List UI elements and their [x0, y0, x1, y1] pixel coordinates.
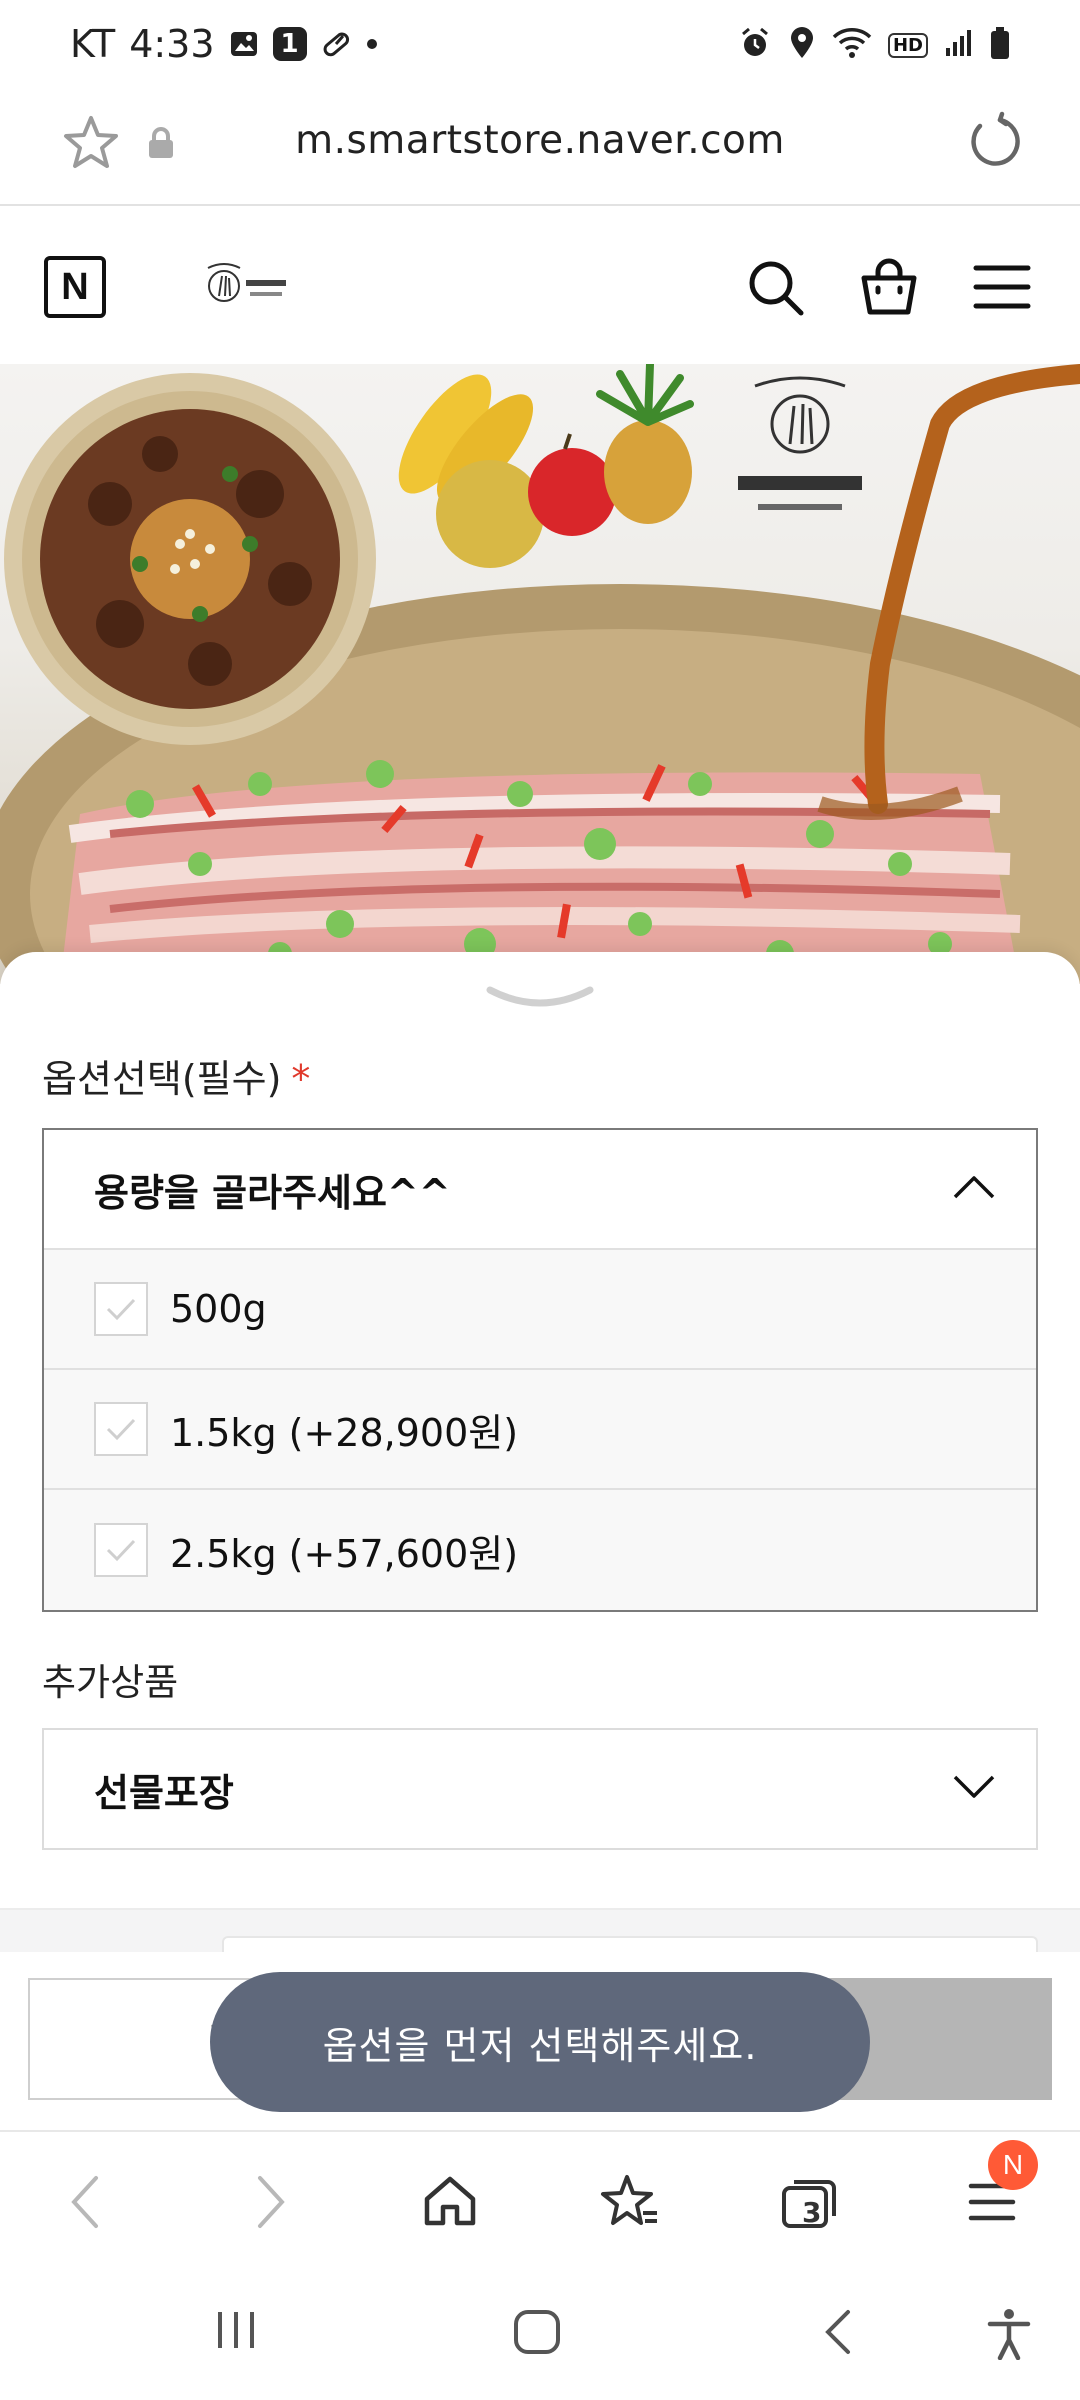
option-checkbox[interactable]	[94, 1523, 148, 1577]
accessibility-icon[interactable]	[984, 2308, 1034, 2364]
store-brand-logo[interactable]	[200, 258, 296, 314]
required-asterisk: *	[291, 1057, 311, 1101]
option-label: 500g	[170, 1287, 267, 1331]
product-hero-image	[0, 364, 1080, 984]
pill-icon	[321, 29, 351, 59]
system-navigation-bar	[0, 2264, 1080, 2400]
menu-icon[interactable]	[972, 264, 1032, 314]
bookmarks-button[interactable]	[590, 2162, 670, 2242]
bookmark-list-icon	[601, 2175, 657, 2225]
wifi-icon	[832, 27, 872, 63]
chevron-down-icon	[952, 1774, 996, 1804]
option-label: 2.5kg (+57,600원)	[170, 1531, 519, 1576]
home-circle-icon[interactable]	[512, 2308, 562, 2360]
hero-illustration	[0, 364, 1080, 984]
notification-count-badge: 1	[272, 27, 307, 61]
store-header: N	[0, 208, 1080, 364]
browser-url-bar: m.smartstore.naver.com	[0, 90, 1080, 206]
browser-toolbar: 3 N	[0, 2130, 1080, 2264]
dropdown-header[interactable]: 용량을 골라주세요^^	[44, 1130, 1036, 1250]
back-arrow-icon	[71, 2176, 98, 2228]
dot-icon	[365, 37, 379, 51]
signal-icon	[944, 28, 974, 62]
chevron-up-icon	[952, 1174, 996, 1204]
option-checkbox[interactable]	[94, 1402, 148, 1456]
addon-section-title: 추가상품	[42, 1661, 179, 1704]
search-icon[interactable]	[746, 258, 806, 322]
tabs-button[interactable]: 3	[770, 2162, 850, 2242]
option-checkbox[interactable]	[94, 1282, 148, 1336]
home-icon	[424, 2176, 476, 2226]
select-option-toast: 옵션을 먼저 선택해주세요.	[210, 1972, 870, 2112]
browser-menu-button[interactable]: N	[952, 2140, 1038, 2242]
tabs-count: 3	[802, 2196, 822, 2229]
gift-wrap-addon-dropdown[interactable]: 선물포장	[42, 1728, 1038, 1850]
url-field[interactable]: m.smartstore.naver.com	[0, 118, 1080, 163]
dropdown-label: 용량을 골라주세요^^	[94, 1170, 451, 1215]
check-icon	[106, 1539, 136, 1562]
system-back-icon[interactable]	[822, 2308, 854, 2360]
recent-apps-icon[interactable]	[214, 2308, 258, 2356]
option-section-title: 옵션선택(필수) *	[42, 1048, 310, 1103]
check-icon	[106, 1418, 136, 1441]
option-title-text: 옵션선택(필수)	[42, 1057, 282, 1101]
sheet-collapse-handle[interactable]	[484, 982, 596, 1020]
home-button[interactable]	[410, 2162, 490, 2242]
shopping-bag-icon[interactable]	[858, 256, 920, 322]
clock: 4:33	[129, 22, 215, 66]
forward-button[interactable]	[230, 2162, 310, 2242]
option-item-1-5kg[interactable]: 1.5kg (+28,900원)	[44, 1370, 1036, 1490]
naver-home-logo[interactable]: N	[44, 256, 106, 318]
back-button[interactable]	[46, 2162, 126, 2242]
carrier-label: KT	[70, 22, 116, 66]
check-icon	[106, 1298, 136, 1321]
option-item-2-5kg[interactable]: 2.5kg (+57,600원)	[44, 1490, 1036, 1610]
addon-label: 선물포장	[94, 1770, 234, 1815]
forward-arrow-icon	[258, 2176, 285, 2228]
location-icon	[788, 26, 816, 64]
status-bar: KT 4:33 1 HD	[0, 0, 1080, 90]
option-label: 1.5kg (+28,900원)	[170, 1410, 519, 1455]
volume-option-dropdown: 용량을 골라주세요^^ 500g 1.5kg (+28,900원) 2.5kg …	[42, 1128, 1038, 1612]
new-badge: N	[988, 2140, 1038, 2190]
battery-icon	[990, 26, 1010, 64]
reload-icon[interactable]	[962, 110, 1026, 178]
gallery-icon	[229, 29, 259, 59]
alarm-icon	[738, 26, 772, 64]
hd-voice-badge: HD	[887, 32, 928, 58]
option-item-500g[interactable]: 500g	[44, 1250, 1036, 1370]
